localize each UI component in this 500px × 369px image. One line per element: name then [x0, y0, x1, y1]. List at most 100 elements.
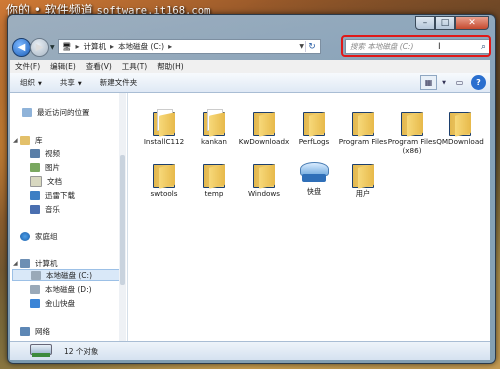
menu-edit[interactable]: 编辑(E): [45, 61, 81, 72]
sidebar-item-kuaipan[interactable]: 金山快盘: [30, 297, 75, 309]
breadcrumb-local-disk-c[interactable]: 本地磁盘 (C:): [118, 41, 164, 52]
sidebar-item-label: 库: [35, 135, 43, 145]
view-controls: ▦ ▼ ▭ ?: [417, 75, 486, 90]
folder-item[interactable]: Program Files: [337, 109, 389, 146]
folder-icon: [251, 161, 277, 189]
sidebar-item-music[interactable]: 音乐: [30, 203, 60, 215]
cloud-drive-icon: [299, 161, 329, 185]
scrollbar-thumb[interactable]: [120, 155, 125, 285]
computer-drive-icon: 🖥: [62, 42, 72, 51]
menu-bar: 文件(F) 编辑(E) 查看(V) 工具(T) 帮助(H): [10, 60, 490, 74]
menu-help[interactable]: 帮助(H): [152, 61, 189, 72]
file-name: InstallC112: [143, 137, 185, 146]
file-name: QMDownload: [436, 137, 484, 146]
menu-view[interactable]: 查看(V): [81, 61, 117, 72]
change-view-icon[interactable]: ▦: [420, 75, 437, 90]
folder-icon: [201, 161, 227, 189]
folder-icon: [201, 109, 227, 137]
sidebar-item-label: 网络: [35, 326, 50, 336]
folder-icon: [251, 109, 277, 137]
search-highlight-annotation: [341, 35, 491, 57]
breadcrumb-computer[interactable]: 计算机: [84, 41, 107, 52]
status-bar: 12 个对象: [10, 341, 490, 360]
folder-item[interactable]: Program Files (x86): [386, 109, 438, 155]
sidebar-item-documents[interactable]: 文档: [30, 175, 62, 187]
organize-button[interactable]: 组织 ▼: [10, 77, 50, 88]
sidebar-item-computer[interactable]: 计算机: [20, 257, 58, 269]
organize-label: 组织: [20, 78, 35, 87]
video-library-icon: [30, 148, 40, 158]
breadcrumb-separator[interactable]: ▸: [76, 42, 80, 51]
sidebar-item-libraries[interactable]: 库: [20, 134, 43, 146]
library-icon: [20, 135, 30, 145]
sidebar-item-network[interactable]: 网络: [20, 325, 50, 337]
folder-icon: [350, 161, 376, 189]
sidebar-item-thunder-downloads[interactable]: 迅雷下载: [30, 189, 75, 201]
picture-library-icon: [30, 162, 40, 172]
sidebar-item-pictures[interactable]: 图片: [30, 161, 60, 173]
computer-icon: [20, 258, 30, 268]
menu-file[interactable]: 文件(F): [10, 61, 45, 72]
view-dropdown-icon[interactable]: ▼: [440, 75, 448, 90]
sidebar-item-label: 金山快盘: [45, 298, 75, 308]
command-bar: 组织 ▼ 共享 ▼ 新建文件夹 ▦ ▼ ▭ ?: [10, 73, 490, 93]
address-bar[interactable]: 🖥 ▸ 计算机 ▸ 本地磁盘 (C:) ▸ ▼ ↻: [58, 39, 321, 54]
cloud-drive-icon: [30, 298, 40, 308]
recent-places-icon: [22, 107, 32, 117]
back-button[interactable]: ◀: [12, 38, 31, 57]
navigation-scrollbar[interactable]: [119, 93, 126, 341]
folder-item[interactable]: 用户: [337, 161, 389, 198]
folder-icon: [350, 109, 376, 137]
breadcrumb-separator[interactable]: ▸: [110, 42, 114, 51]
folder-item[interactable]: KwDownloadx: [238, 109, 290, 146]
file-name: temp: [204, 189, 224, 198]
sidebar-item-label: 计算机: [35, 258, 58, 268]
folder-icon: [301, 109, 327, 137]
menu-tools[interactable]: 工具(T): [117, 61, 152, 72]
sidebar-item-label: 视频: [45, 148, 60, 158]
folder-item[interactable]: kankan: [188, 109, 240, 146]
drive-icon: [31, 270, 41, 280]
sidebar-item-recent[interactable]: 最近访问的位置: [22, 106, 90, 118]
sidebar-item-label: 本地磁盘 (C:): [46, 270, 92, 280]
folder-item[interactable]: PerfLogs: [288, 109, 340, 146]
file-name: Windows: [247, 189, 281, 198]
drive-item[interactable]: 快盘: [288, 161, 340, 196]
sidebar-item-label: 图片: [45, 162, 60, 172]
network-icon: [20, 326, 30, 336]
sidebar-item-local-disk-c[interactable]: 本地磁盘 (C:): [12, 269, 120, 281]
window-content: ◀ ▶ ▼ 🖥 ▸ 计算机 ▸ 本地磁盘 (C:) ▸ ▼ ↻ 搜索 本地磁盘 …: [7, 14, 494, 362]
document-library-icon: [30, 175, 42, 187]
address-dropdown-icon[interactable]: ▼: [299, 43, 304, 50]
preview-pane-icon[interactable]: ▭: [451, 75, 468, 90]
file-name: Program Files: [338, 137, 388, 146]
folder-item[interactable]: temp: [188, 161, 240, 198]
sidebar-item-videos[interactable]: 视频: [30, 147, 60, 159]
homegroup-icon: [20, 231, 30, 241]
recent-pages-dropdown[interactable]: ▼: [50, 44, 55, 51]
navigation-pane: 最近访问的位置 ◢ 库 视频 图片 文档 迅雷下载 音乐 家庭组 ◢ 计算机 本…: [10, 93, 128, 341]
forward-button[interactable]: ▶: [30, 38, 49, 57]
sidebar-item-local-disk-d[interactable]: 本地磁盘 (D:): [30, 283, 92, 295]
sidebar-item-label: 最近访问的位置: [37, 107, 90, 117]
sidebar-item-label: 迅雷下载: [45, 190, 75, 200]
drive-icon: [30, 284, 40, 294]
sidebar-item-homegroup[interactable]: 家庭组: [20, 230, 58, 242]
new-folder-button[interactable]: 新建文件夹: [90, 77, 146, 88]
expand-libraries-icon[interactable]: ◢: [13, 137, 18, 144]
folder-icon: [447, 109, 473, 137]
folder-item[interactable]: QMDownload: [434, 109, 486, 146]
refresh-icon[interactable]: ↻: [305, 41, 318, 52]
folder-icon: [399, 109, 425, 137]
file-name: kankan: [201, 137, 227, 146]
share-button[interactable]: 共享 ▼: [50, 77, 90, 88]
file-name: swtools: [150, 189, 178, 198]
share-label: 共享: [59, 78, 75, 87]
folder-item[interactable]: swtools: [138, 161, 190, 198]
folder-item[interactable]: InstallC112: [138, 109, 190, 146]
expand-computer-icon[interactable]: ◢: [13, 260, 18, 267]
breadcrumb-separator[interactable]: ▸: [168, 42, 172, 51]
folder-icon: [151, 109, 177, 137]
help-icon[interactable]: ?: [471, 75, 486, 90]
folder-item[interactable]: Windows: [238, 161, 290, 198]
